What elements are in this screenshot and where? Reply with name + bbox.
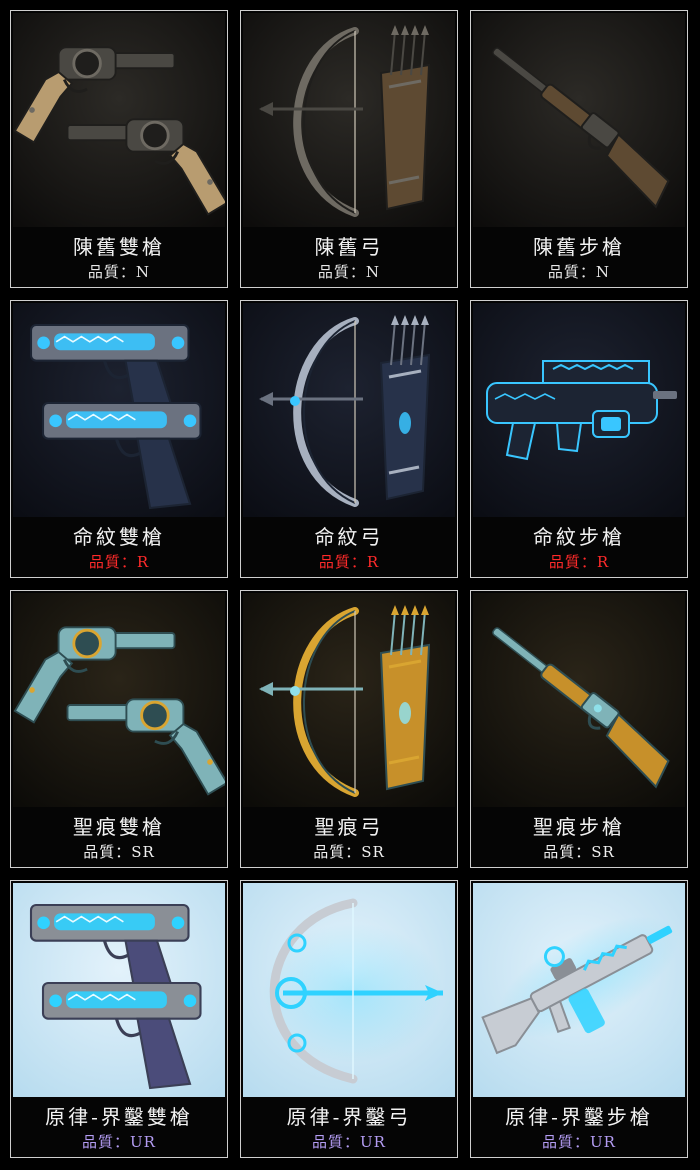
- weapon-caption: 聖痕弓品質：SR: [241, 809, 457, 867]
- rifle-icon: [473, 593, 685, 807]
- weapon-card[interactable]: 陳舊步槍品質：N: [470, 10, 688, 288]
- weapon-caption: 原律-界鑿雙槍品質：UR: [11, 1099, 227, 1157]
- weapon-image: [13, 13, 225, 227]
- bow-quiver-icon: [243, 303, 455, 517]
- weapon-name: 陳舊弓: [314, 235, 384, 259]
- weapon-card[interactable]: 聖痕弓品質：SR: [240, 590, 458, 868]
- weapon-image: [473, 883, 685, 1097]
- weapon-caption: 陳舊步槍品質：N: [471, 229, 687, 287]
- weapon-quality: 品質：R: [318, 553, 380, 571]
- weapon-caption: 命紋雙槍品質：R: [11, 519, 227, 577]
- weapon-image: [473, 303, 685, 517]
- weapon-quality: 品質：UR: [82, 1133, 156, 1151]
- weapon-quality: 品質：SR: [543, 843, 615, 861]
- weapon-name: 命紋弓: [314, 525, 384, 549]
- weapon-name: 陳舊雙槍: [73, 235, 165, 259]
- weapon-caption: 命紋步槍品質：R: [471, 519, 687, 577]
- bow-quiver-icon: [243, 593, 455, 807]
- weapon-quality: 品質：R: [88, 553, 150, 571]
- weapon-card[interactable]: 聖痕步槍品質：SR: [470, 590, 688, 868]
- weapon-caption: 陳舊雙槍品質：N: [11, 229, 227, 287]
- weapon-quality: 品質：R: [548, 553, 610, 571]
- weapon-image: [243, 593, 455, 807]
- weapon-card[interactable]: 原律-界鑿弓品質：UR: [240, 880, 458, 1158]
- weapon-image: [473, 13, 685, 227]
- weapon-quality: 品質：N: [317, 263, 381, 281]
- dual-pistol-icon: [13, 883, 225, 1097]
- weapon-quality: 品質：UR: [312, 1133, 386, 1151]
- weapon-image: [13, 883, 225, 1097]
- weapon-image: [473, 593, 685, 807]
- weapon-image: [13, 593, 225, 807]
- weapon-caption: 聖痕步槍品質：SR: [471, 809, 687, 867]
- weapon-image: [243, 883, 455, 1097]
- rifle-icon: [473, 13, 685, 227]
- weapon-card[interactable]: 陳舊弓品質：N: [240, 10, 458, 288]
- weapon-image: [13, 303, 225, 517]
- weapon-image: [243, 303, 455, 517]
- weapon-card[interactable]: 聖痕雙槍品質：SR: [10, 590, 228, 868]
- weapon-card[interactable]: 命紋雙槍品質：R: [10, 300, 228, 578]
- weapon-card[interactable]: 命紋步槍品質：R: [470, 300, 688, 578]
- energy-bow-icon: [243, 883, 455, 1097]
- weapon-grid: 陳舊雙槍 品質：N 陳舊弓 品質：N 陳舊步槍 品質：N 命紋雙槍 品質：R 命…: [0, 0, 700, 1170]
- dual-pistol-icon: [13, 303, 225, 517]
- weapon-name: 聖痕步槍: [533, 815, 625, 839]
- weapon-name: 聖痕雙槍: [73, 815, 165, 839]
- weapon-name: 原律-界鑿弓: [286, 1105, 412, 1129]
- weapon-name: 原律-界鑿步槍: [505, 1105, 653, 1129]
- weapon-quality: 品質：SR: [313, 843, 385, 861]
- weapon-caption: 原律-界鑿弓品質：UR: [241, 1099, 457, 1157]
- weapon-quality: 品質：N: [547, 263, 611, 281]
- weapon-card[interactable]: 原律-界鑿步槍品質：UR: [470, 880, 688, 1158]
- weapon-quality: 品質：UR: [542, 1133, 616, 1151]
- weapon-name: 命紋步槍: [533, 525, 625, 549]
- weapon-caption: 命紋弓品質：R: [241, 519, 457, 577]
- rifle-icon: [473, 303, 685, 517]
- weapon-card[interactable]: 命紋弓品質：R: [240, 300, 458, 578]
- weapon-image: [243, 13, 455, 227]
- assault-rifle-icon: [473, 883, 685, 1097]
- bow-quiver-icon: [243, 13, 455, 227]
- weapon-quality: 品質：SR: [83, 843, 155, 861]
- weapon-name: 原律-界鑿雙槍: [45, 1105, 193, 1129]
- dual-revolver-icon: [13, 593, 225, 807]
- weapon-card[interactable]: 原律-界鑿雙槍品質：UR: [10, 880, 228, 1158]
- weapon-caption: 原律-界鑿步槍品質：UR: [471, 1099, 687, 1157]
- weapon-name: 聖痕弓: [314, 815, 384, 839]
- weapon-quality: 品質：N: [87, 263, 151, 281]
- weapon-name: 陳舊步槍: [533, 235, 625, 259]
- weapon-card[interactable]: 陳舊雙槍品質：N: [10, 10, 228, 288]
- weapon-caption: 聖痕雙槍品質：SR: [11, 809, 227, 867]
- weapon-caption: 陳舊弓品質：N: [241, 229, 457, 287]
- dual-revolver-icon: [13, 13, 225, 227]
- weapon-name: 命紋雙槍: [73, 525, 165, 549]
